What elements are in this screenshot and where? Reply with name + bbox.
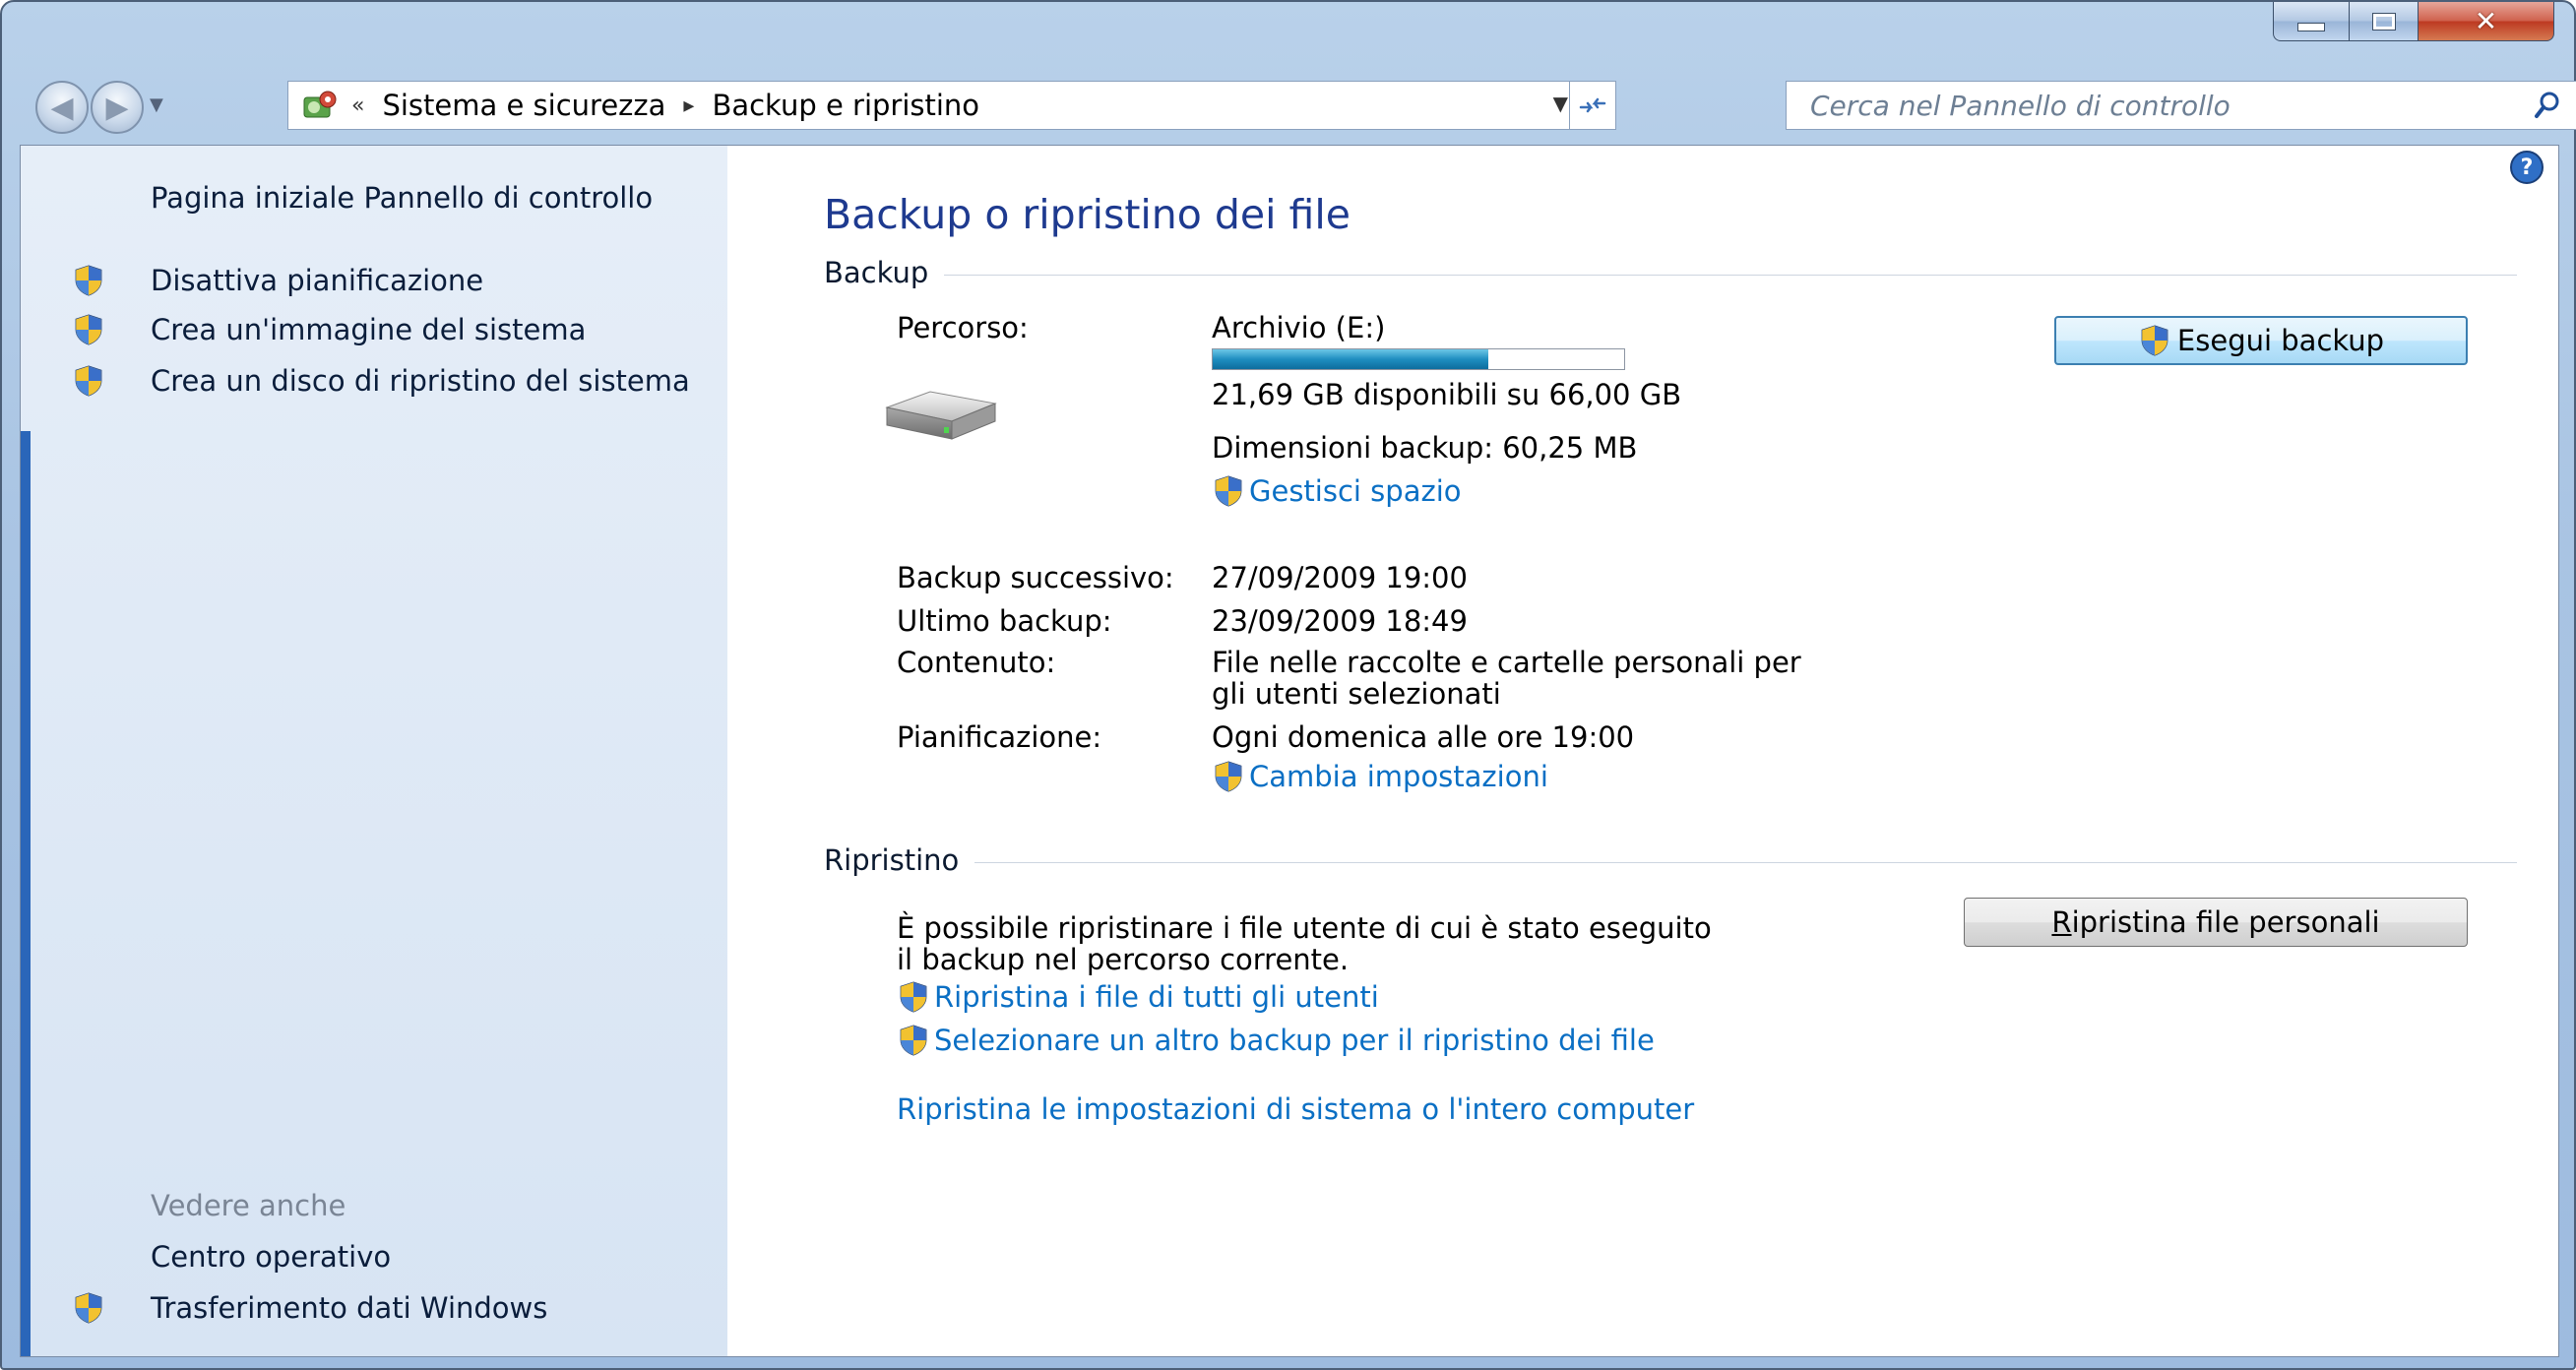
task-create-system-image[interactable]: Crea un'immagine del sistema bbox=[151, 313, 586, 346]
uac-shield-icon bbox=[1212, 474, 1245, 508]
select-other-backup-link[interactable]: Selezionare un altro backup per il ripri… bbox=[897, 1024, 1655, 1057]
free-space-text: 21,69 GB disponibili su 66,00 GB bbox=[1212, 378, 1682, 411]
left-task-pane: Pagina iniziale Pannello di controllo Di… bbox=[21, 146, 727, 1356]
last-backup-value: 23/09/2009 18:49 bbox=[1212, 604, 1468, 638]
forward-button[interactable]: ▶ bbox=[91, 81, 144, 134]
contents-label: Contenuto: bbox=[897, 646, 1056, 679]
select-other-backup-link-text[interactable]: Selezionare un altro backup per il ripri… bbox=[934, 1024, 1655, 1057]
minimize-button[interactable] bbox=[2273, 2, 2350, 41]
search-box[interactable] bbox=[1786, 81, 2576, 130]
search-icon[interactable] bbox=[2533, 90, 2562, 125]
backup-section-label: Backup bbox=[824, 256, 945, 289]
run-backup-button[interactable]: Esegui backup bbox=[2054, 316, 2468, 365]
breadcrumb-backup-restore[interactable]: Backup e ripristino bbox=[712, 89, 979, 122]
uac-shield-icon bbox=[2138, 324, 2171, 357]
left-pane-accent-strip bbox=[21, 431, 31, 1356]
hard-drive-icon bbox=[885, 391, 997, 440]
restore-my-files-label-rest: ipristina file personali bbox=[2071, 905, 2380, 939]
see-also-action-center[interactable]: Centro operativo bbox=[151, 1240, 391, 1274]
task-turn-off-schedule[interactable]: Disattiva pianificazione bbox=[151, 264, 483, 297]
drive-usage-bar bbox=[1212, 348, 1625, 370]
recover-system-link[interactable]: Ripristina le impostazioni di sistema o … bbox=[897, 1092, 1694, 1126]
restore-my-files-button-label: Ripristina file personali bbox=[2051, 905, 2379, 939]
uac-shield-icon bbox=[897, 980, 930, 1014]
uac-shield-icon bbox=[72, 364, 105, 398]
recent-pages-dropdown[interactable]: ▼ bbox=[150, 94, 163, 115]
svg-text:?: ? bbox=[2521, 156, 2534, 180]
schedule-value: Ogni domenica alle ore 19:00 bbox=[1212, 720, 1635, 754]
backup-section-divider bbox=[824, 275, 2517, 276]
see-also-windows-easy-transfer[interactable]: Trasferimento dati Windows bbox=[151, 1291, 547, 1325]
see-also-heading: Vedere anche bbox=[151, 1189, 346, 1222]
change-settings-link-text[interactable]: Cambia impostazioni bbox=[1249, 760, 1548, 793]
location-label: Percorso: bbox=[897, 311, 1029, 344]
restore-section-divider bbox=[824, 862, 2517, 863]
restore-section-label: Ripristino bbox=[824, 843, 975, 877]
change-settings-link[interactable]: Cambia impostazioni bbox=[1212, 760, 1548, 793]
forward-arrow-icon: ▶ bbox=[105, 90, 129, 125]
address-overflow-chevron[interactable]: « bbox=[351, 93, 364, 118]
back-arrow-icon: ◀ bbox=[50, 90, 74, 125]
window-frame: ✕ ◀ ▶ ▼ « Sistema e sicurezza ▸ Backup e… bbox=[0, 0, 2576, 1370]
restore-my-files-button[interactable]: Ripristina file personali bbox=[1964, 898, 2468, 947]
refresh-icon bbox=[1579, 97, 1606, 113]
maximize-icon bbox=[2371, 12, 2396, 31]
uac-shield-icon bbox=[72, 264, 105, 297]
restore-description-line1: È possibile ripristinare i file utente d… bbox=[897, 911, 1712, 945]
help-icon: ? bbox=[2510, 151, 2544, 184]
restore-all-users-link[interactable]: Ripristina i file di tutti gli utenti bbox=[897, 980, 1379, 1014]
back-button[interactable]: ◀ bbox=[35, 81, 89, 134]
breadcrumb-separator[interactable]: ▸ bbox=[683, 93, 694, 118]
navigation-row: ◀ ▶ ▼ « Sistema e sicurezza ▸ Backup e r… bbox=[22, 81, 2576, 136]
refresh-button[interactable] bbox=[1569, 82, 1615, 129]
contents-value-line2: gli utenti selezionati bbox=[1212, 677, 1501, 711]
minimize-icon bbox=[2297, 23, 2325, 31]
contents-value-line1: File nelle raccolte e cartelle personali… bbox=[1212, 646, 1801, 679]
manage-space-link[interactable]: Gestisci spazio bbox=[1212, 474, 1462, 508]
title-bar[interactable]: ✕ bbox=[2, 2, 2574, 51]
run-backup-button-label: Esegui backup bbox=[2176, 324, 2385, 357]
uac-shield-icon bbox=[72, 1291, 105, 1325]
control-panel-home-link[interactable]: Pagina iniziale Pannello di controllo bbox=[151, 181, 662, 215]
schedule-label: Pianificazione: bbox=[897, 720, 1102, 754]
restore-my-files-accesskey: R bbox=[2051, 905, 2072, 939]
address-dropdown-icon[interactable]: ▼ bbox=[1553, 92, 1568, 115]
uac-shield-icon bbox=[72, 313, 105, 346]
close-icon: ✕ bbox=[2474, 5, 2498, 37]
restore-description-line2: il backup nel percorso corrente. bbox=[897, 943, 1350, 976]
main-content: ? Backup o ripristino dei file Backup Pe… bbox=[727, 146, 2558, 1356]
location-value: Archivio (E:) bbox=[1212, 311, 1386, 344]
address-bar[interactable]: « Sistema e sicurezza ▸ Backup e riprist… bbox=[287, 81, 1616, 130]
manage-space-link-text[interactable]: Gestisci spazio bbox=[1249, 474, 1462, 508]
control-panel-icon bbox=[300, 88, 340, 123]
maximize-button[interactable] bbox=[2350, 2, 2419, 41]
search-input[interactable] bbox=[1808, 88, 2482, 123]
close-button[interactable]: ✕ bbox=[2419, 2, 2554, 41]
next-backup-label: Backup successivo: bbox=[897, 561, 1174, 594]
backup-size-text: Dimensioni backup: 60,25 MB bbox=[1212, 431, 1638, 465]
next-backup-value: 27/09/2009 19:00 bbox=[1212, 561, 1468, 594]
caption-buttons: ✕ bbox=[2273, 2, 2554, 43]
uac-shield-icon bbox=[897, 1024, 930, 1057]
breadcrumb-system-security[interactable]: Sistema e sicurezza bbox=[382, 89, 665, 122]
last-backup-label: Ultimo backup: bbox=[897, 604, 1112, 638]
restore-all-users-link-text[interactable]: Ripristina i file di tutti gli utenti bbox=[934, 980, 1379, 1014]
uac-shield-icon bbox=[1212, 760, 1245, 793]
task-create-repair-disc[interactable]: Crea un disco di ripristino del sistema bbox=[151, 364, 702, 398]
client-area: Pagina iniziale Pannello di controllo Di… bbox=[20, 145, 2559, 1357]
drive-usage-bar-fill bbox=[1213, 349, 1489, 369]
help-button[interactable]: ? bbox=[2509, 150, 2545, 189]
page-title: Backup o ripristino dei file bbox=[824, 191, 1351, 238]
